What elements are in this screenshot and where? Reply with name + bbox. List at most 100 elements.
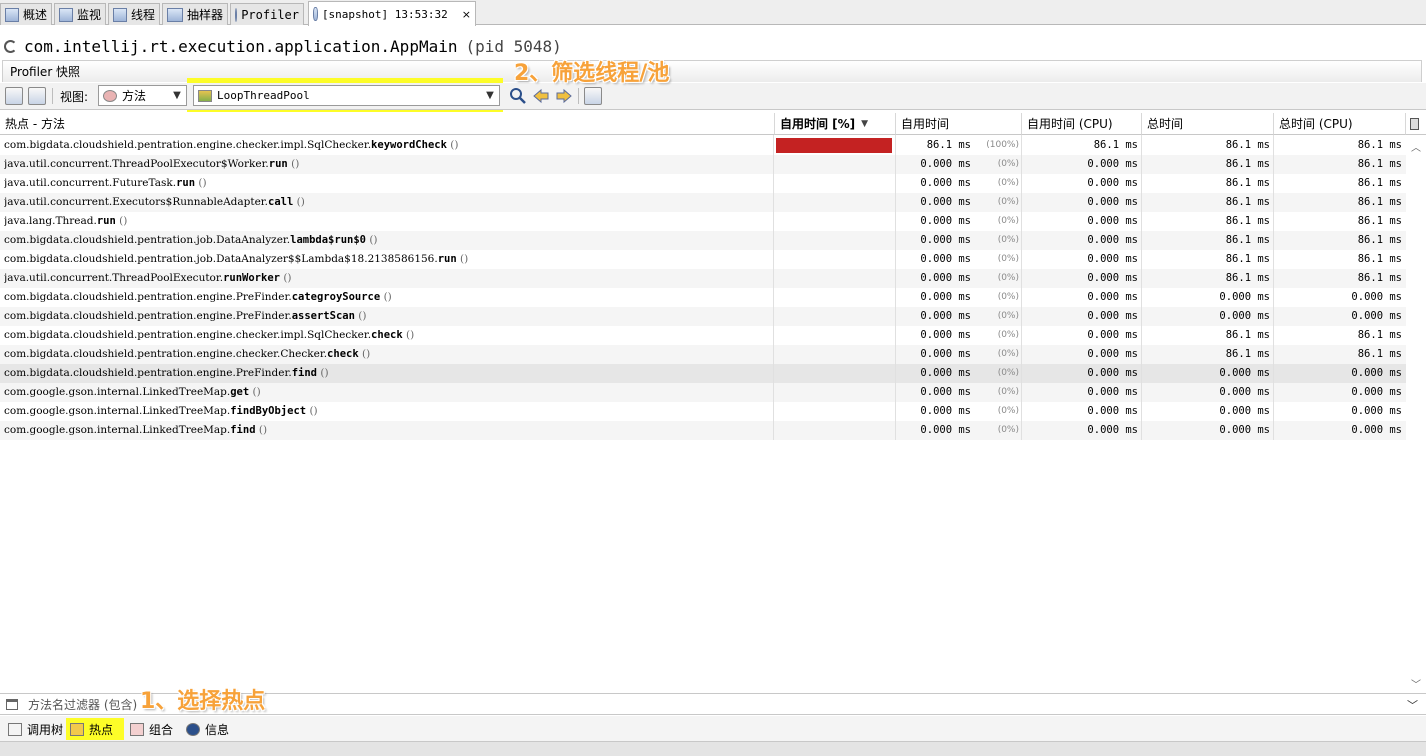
table-row[interactable]: com.bigdata.cloudshield.pentration.engin…	[0, 364, 1406, 383]
hotspots-icon	[70, 722, 84, 736]
total-time-value: 86.1 ms	[1225, 253, 1270, 265]
results-table-icon[interactable]	[584, 87, 602, 105]
table-row[interactable]: java.util.concurrent.ThreadPoolExecutor.…	[0, 269, 1406, 288]
column-header-self-time[interactable]: 自用时间	[896, 113, 1022, 135]
self-time-bar-cell	[775, 231, 895, 250]
snapshot-icon	[313, 7, 318, 21]
self-time-value: 86.1 ms	[926, 139, 971, 151]
thread-select[interactable]: LoopThreadPool ▼	[193, 85, 500, 106]
self-time-cpu-value: 0.000 ms	[1087, 329, 1138, 341]
save-snapshot-icon[interactable]	[5, 87, 23, 105]
table-row[interactable]: com.bigdata.cloudshield.pentration.job.D…	[0, 231, 1406, 250]
combined-icon	[130, 722, 144, 736]
table-row[interactable]: com.google.gson.internal.LinkedTreeMap.f…	[0, 421, 1406, 440]
tab-snapshot[interactable]: [snapshot] 13:53:32 ×	[308, 1, 476, 26]
method-name-cell: com.bigdata.cloudshield.pentration.job.D…	[4, 231, 770, 250]
column-divider	[773, 135, 774, 440]
table-row[interactable]: com.google.gson.internal.LinkedTreeMap.g…	[0, 383, 1406, 402]
method-package: java.lang.Thread.	[4, 215, 97, 227]
method-filter-input[interactable]: 方法名过滤器 (包含)	[28, 696, 137, 713]
self-time-bar-cell	[775, 307, 895, 326]
method-name-cell: java.util.concurrent.FutureTask.run ()	[4, 174, 770, 193]
self-time-cpu-value: 86.1 ms	[1093, 139, 1138, 151]
table-row[interactable]: com.bigdata.cloudshield.pentration.engin…	[0, 345, 1406, 364]
total-time-cpu-value: 86.1 ms	[1357, 272, 1402, 284]
total-time-value: 86.1 ms	[1225, 348, 1270, 360]
method-args: ()	[198, 177, 207, 189]
self-time-percent: (0%)	[997, 273, 1019, 283]
column-divider	[1021, 135, 1022, 440]
tab-info[interactable]: 信息	[182, 718, 233, 740]
total-time-cpu-value: 86.1 ms	[1357, 177, 1402, 189]
method-args: ()	[258, 424, 268, 436]
tab-threads[interactable]: 线程	[108, 3, 160, 25]
method-name: get	[230, 386, 250, 398]
method-package: java.util.concurrent.ThreadPoolExecutor$…	[4, 158, 269, 170]
method-name: lambda$run$0	[290, 234, 366, 246]
sampler-icon	[167, 7, 183, 22]
method-package: com.google.gson.internal.LinkedTreeMap.	[4, 386, 231, 398]
method-name-cell: java.util.concurrent.ThreadPoolExecutor$…	[4, 155, 770, 174]
tab-call-tree[interactable]: 调用树	[4, 718, 67, 740]
self-time-bar-cell	[775, 383, 895, 402]
chevron-down-icon: ▼	[486, 90, 494, 101]
column-chooser-icon[interactable]	[1406, 113, 1426, 135]
self-time-percent: (0%)	[997, 178, 1019, 188]
tab-combined[interactable]: 组合	[126, 718, 177, 740]
method-args: ()	[450, 139, 459, 151]
method-name-cell: com.bigdata.cloudshield.pentration.engin…	[4, 136, 770, 155]
total-time-cpu-value: 0.000 ms	[1351, 291, 1402, 303]
tab-hotspots[interactable]: 热点	[66, 718, 124, 740]
table-row[interactable]: com.bigdata.cloudshield.pentration.engin…	[0, 326, 1406, 345]
process-title: com.intellij.rt.execution.application.Ap…	[4, 35, 562, 57]
find-previous-icon[interactable]	[532, 87, 550, 105]
column-header-method[interactable]: 热点 - 方法	[0, 113, 775, 135]
self-time-cpu-value: 0.000 ms	[1087, 348, 1138, 360]
view-select[interactable]: 方法 ▼	[98, 85, 187, 106]
column-header-self-time-cpu[interactable]: 自用时间 (CPU)	[1022, 113, 1142, 135]
table-row[interactable]: com.google.gson.internal.LinkedTreeMap.f…	[0, 402, 1406, 421]
scroll-down-icon[interactable]: ﹀	[1411, 676, 1421, 691]
table-row[interactable]: com.bigdata.cloudshield.pentration.engin…	[0, 288, 1406, 307]
table-row[interactable]: java.lang.Thread.run () 0.000 ms (0%) 0.000…	[0, 212, 1406, 231]
total-time-value: 0.000 ms	[1219, 424, 1270, 436]
find-next-icon[interactable]	[555, 87, 573, 105]
self-time-percent: (0%)	[997, 330, 1019, 340]
export-snapshot-icon[interactable]	[28, 87, 46, 105]
profiler-clock-icon	[235, 7, 238, 22]
self-time-bar-cell	[775, 288, 895, 307]
method-package: java.util.concurrent.FutureTask.	[4, 177, 177, 189]
self-time-value: 0.000 ms	[920, 158, 971, 170]
self-time-percent: (0%)	[997, 235, 1019, 245]
method-name-cell: com.bigdata.cloudshield.pentration.engin…	[4, 288, 770, 307]
table-row[interactable]: com.bigdata.cloudshield.pentration.job.D…	[0, 250, 1406, 269]
method-package: java.util.concurrent.ThreadPoolExecutor.	[4, 272, 224, 284]
self-time-bar-cell	[775, 212, 895, 231]
total-time-cpu-value: 0.000 ms	[1351, 405, 1402, 417]
total-time-value: 86.1 ms	[1225, 177, 1270, 189]
self-time-percent: (0%)	[997, 292, 1019, 302]
column-header-self-time-pct[interactable]: 自用时间 [%] ▼	[775, 113, 896, 135]
tab-sampler[interactable]: 抽样器	[162, 3, 228, 25]
total-time-cpu-value: 86.1 ms	[1357, 329, 1402, 341]
tab-overview[interactable]: 概述	[0, 3, 52, 25]
tab-monitor[interactable]: 监视	[54, 3, 106, 25]
table-row[interactable]: java.util.concurrent.ThreadPoolExecutor$…	[0, 155, 1406, 174]
scroll-up-icon[interactable]: ︿	[1411, 139, 1421, 154]
table-row[interactable]: com.bigdata.cloudshield.pentration.engin…	[0, 136, 1406, 155]
close-tab-icon[interactable]: ×	[462, 8, 471, 21]
table-row[interactable]: com.bigdata.cloudshield.pentration.engin…	[0, 307, 1406, 326]
self-time-cpu-value: 0.000 ms	[1087, 386, 1138, 398]
method-args: ()	[369, 234, 378, 246]
table-row[interactable]: java.util.concurrent.Executors$RunnableA…	[0, 193, 1406, 212]
search-icon[interactable]	[509, 87, 527, 105]
self-time-value: 0.000 ms	[920, 196, 971, 208]
bottom-view-tabs: 调用树 热点 组合 信息	[0, 716, 1426, 742]
table-scrollbar[interactable]: ︿ ﹀	[1407, 135, 1426, 693]
column-header-total-time-cpu[interactable]: 总时间 (CPU)	[1274, 113, 1406, 135]
chevron-down-icon[interactable]: ﹀	[1407, 697, 1418, 713]
table-row[interactable]: java.util.concurrent.FutureTask.run () 0.…	[0, 174, 1406, 193]
tab-profiler[interactable]: Profiler	[230, 3, 304, 25]
total-time-cpu-value: 86.1 ms	[1357, 215, 1402, 227]
column-header-total-time[interactable]: 总时间	[1142, 113, 1274, 135]
